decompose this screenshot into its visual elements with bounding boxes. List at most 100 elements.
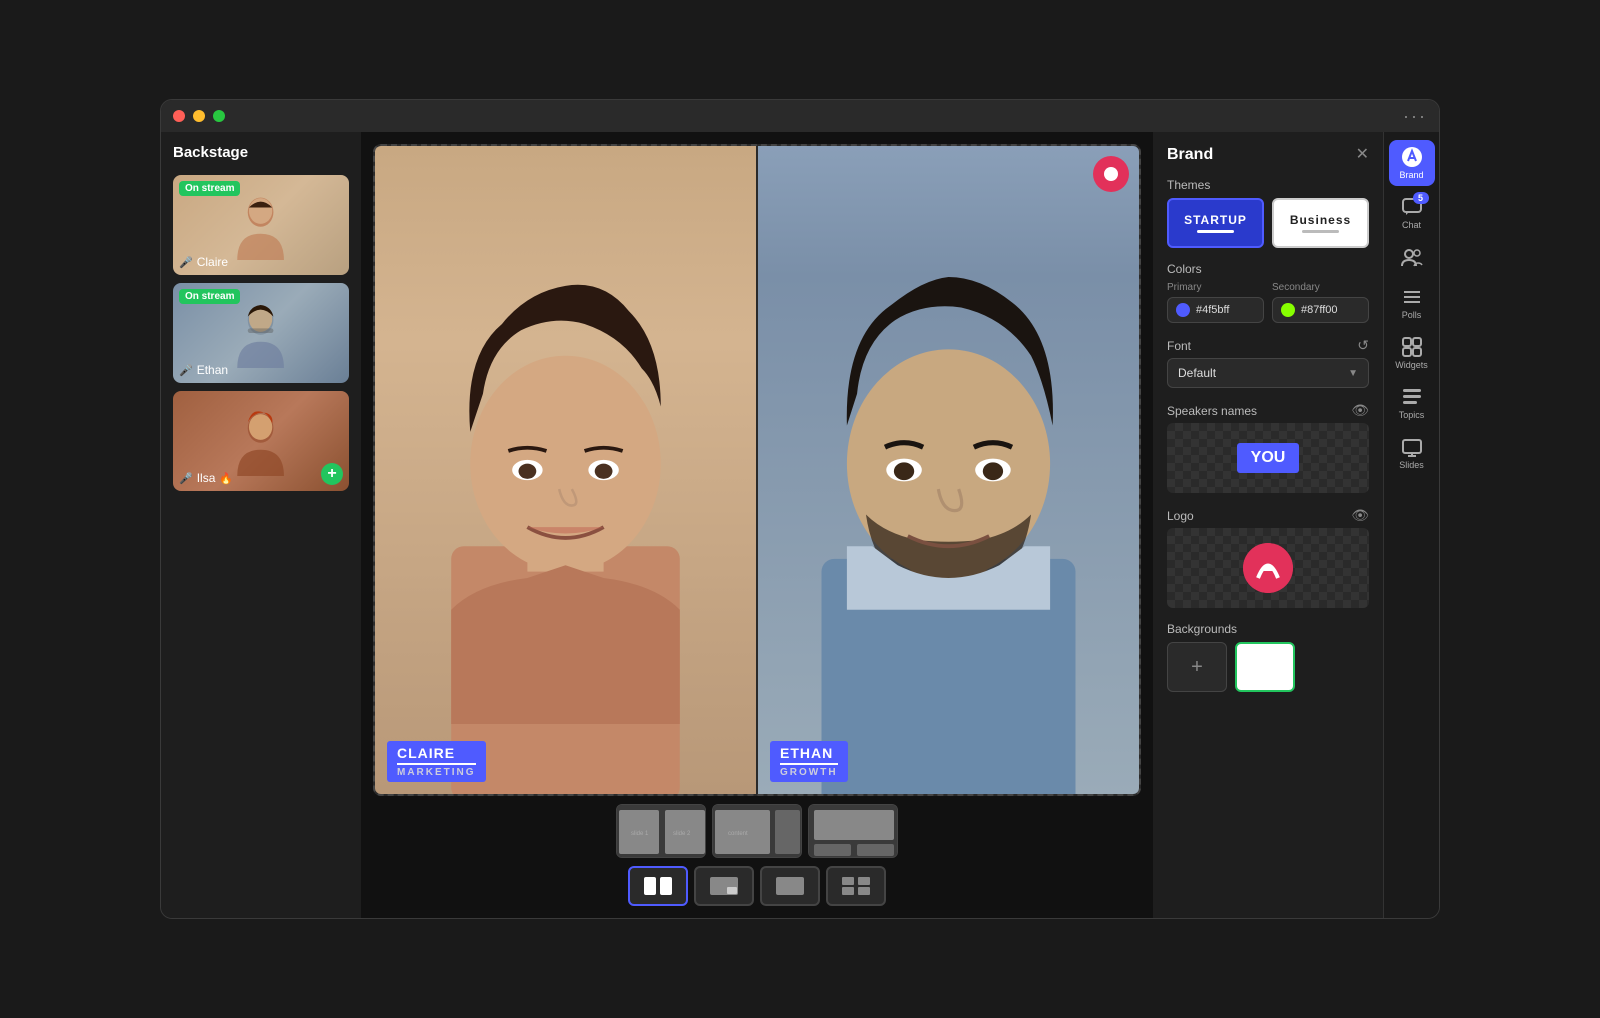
video-slot-claire: CLAIRE MARKETING [375, 146, 756, 794]
primary-color-button[interactable]: #4f5bff [1167, 297, 1264, 323]
participant-name-claire: 🎤 Claire [179, 255, 228, 269]
logo-circle [1243, 543, 1293, 593]
app-window: ··· Backstage On stream 🎤 Cl [160, 99, 1440, 919]
video-face-ethan [758, 146, 1139, 794]
title-bar: ··· [161, 100, 1439, 132]
speakers-names-row: Speakers names 👁 [1167, 402, 1369, 419]
primary-color-item: Primary #4f5bff [1167, 282, 1264, 323]
primary-hex-text: #4f5bff [1196, 304, 1229, 316]
topics-label: Topics [1399, 410, 1425, 420]
colors-label: Colors [1167, 262, 1369, 276]
logo-preview[interactable] [1167, 528, 1369, 608]
theme-startup-button[interactable]: STARTUP [1167, 198, 1264, 248]
font-select-dropdown[interactable]: Default ▼ [1167, 358, 1369, 388]
name-lower-third-claire: CLAIRE MARKETING [387, 741, 486, 782]
close-panel-button[interactable]: ✕ [1356, 147, 1369, 163]
secondary-hex-text: #87ff00 [1301, 304, 1338, 316]
primary-color-dot [1176, 303, 1190, 317]
on-stream-badge-claire: On stream [179, 181, 240, 196]
backstage-title: Backstage [173, 144, 349, 161]
secondary-color-item: Secondary #87ff00 [1272, 282, 1369, 323]
layout-btn-solo[interactable] [760, 866, 820, 906]
chat-icon: 5 [1401, 196, 1423, 218]
sidebar-item-slides[interactable]: Slides [1389, 430, 1435, 476]
center-stage: CLAIRE MARKETING [361, 132, 1153, 918]
svg-text:slide 1: slide 1 [631, 831, 649, 837]
themes-row: STARTUP Business [1167, 198, 1369, 248]
widgets-icon [1401, 336, 1423, 358]
backstage-panel: Backstage On stream 🎤 Claire [161, 132, 361, 918]
name-lower-third-ethan: ETHAN GROWTH [770, 741, 848, 782]
participant-name-ethan: 🎤 Ethan [179, 363, 228, 377]
mic-icon-claire: 🎤 [179, 256, 193, 269]
slides-icon [1401, 436, 1423, 458]
add-to-stream-button-ilsa[interactable]: + [321, 463, 343, 485]
themes-label: Themes [1167, 178, 1369, 192]
secondary-label: Secondary [1272, 282, 1369, 293]
svg-text:slide 2: slide 2 [673, 831, 691, 837]
font-section: Font ↺ Default ▼ [1167, 337, 1369, 388]
font-label: Font [1167, 339, 1191, 353]
widgets-label: Widgets [1395, 360, 1428, 370]
chat-badge: 5 [1413, 192, 1429, 204]
speakers-names-visibility-button[interactable]: 👁 [1351, 402, 1369, 419]
participant-card-ethan[interactable]: On stream 🎤 Ethan [173, 283, 349, 383]
brand-icon [1401, 146, 1423, 168]
layout-thumb-3[interactable] [808, 804, 898, 858]
sidebar-item-participants[interactable] [1389, 240, 1435, 276]
layout-thumbnails: slide 1 slide 2 content [373, 804, 1141, 858]
maximize-dot[interactable] [213, 110, 225, 122]
layout-thumb-2[interactable]: content [712, 804, 802, 858]
chat-label: Chat [1402, 220, 1421, 230]
video-face-claire [375, 146, 756, 794]
claire-role-text: MARKETING [397, 763, 476, 778]
add-background-button[interactable]: + [1167, 642, 1227, 692]
slides-label: Slides [1399, 460, 1424, 470]
font-reset-button[interactable]: ↺ [1357, 337, 1369, 354]
logo-section: Logo 👁 [1167, 507, 1369, 608]
mic-icon-ilsa: 🎤 [179, 472, 193, 485]
on-stream-badge-ethan: On stream [179, 289, 240, 304]
logo-label: Logo [1167, 509, 1194, 523]
sidebar-item-brand[interactable]: Brand [1389, 140, 1435, 186]
close-dot[interactable] [173, 110, 185, 122]
background-thumb-1[interactable] [1235, 642, 1295, 692]
theme-business-button[interactable]: Business [1272, 198, 1369, 248]
sidebar-item-topics[interactable]: Topics [1389, 380, 1435, 426]
participant-name-ilsa: 🎤 Ilsa 🔥 [179, 471, 233, 485]
font-select-arrow-icon: ▼ [1348, 368, 1358, 379]
brand-panel: Brand ✕ Themes STARTUP Business [1153, 132, 1383, 918]
chat-icon-wrapper: 5 [1401, 196, 1423, 218]
video-stage: CLAIRE MARKETING [373, 144, 1141, 796]
ethan-name-text: ETHAN [780, 745, 838, 761]
secondary-color-button[interactable]: #87ff00 [1272, 297, 1369, 323]
logo-visibility-button[interactable]: 👁 [1351, 507, 1369, 524]
speakers-names-preview: YOU [1167, 423, 1369, 493]
layout-selector [373, 866, 1141, 906]
layout-btn-grid[interactable] [826, 866, 886, 906]
layout-thumb-1[interactable]: slide 1 slide 2 [616, 804, 706, 858]
minimize-dot[interactable] [193, 110, 205, 122]
layout-btn-pip[interactable] [694, 866, 754, 906]
sidebar-item-polls[interactable]: Polls [1389, 280, 1435, 326]
layout-btn-split[interactable] [628, 866, 688, 906]
speakers-names-section: Speakers names 👁 YOU [1167, 402, 1369, 493]
you-badge: YOU [1237, 443, 1300, 473]
backgrounds-label: Backgrounds [1167, 622, 1369, 636]
participant-card-ilsa[interactable]: 🎤 Ilsa 🔥 + [173, 391, 349, 491]
record-button[interactable] [1093, 156, 1129, 192]
font-row: Font ↺ [1167, 337, 1369, 354]
theme-business-bar [1302, 230, 1339, 233]
theme-startup-bar [1197, 230, 1235, 233]
participant-card-claire[interactable]: On stream 🎤 Claire [173, 175, 349, 275]
participants-icon [1401, 246, 1423, 268]
colors-row: Primary #4f5bff Secondary #87ff00 [1167, 282, 1369, 323]
topics-icon [1401, 386, 1423, 408]
main-content: Backstage On stream 🎤 Claire [161, 132, 1439, 918]
ilsa-emoji: 🔥 [219, 472, 233, 485]
sidebar-item-widgets[interactable]: Widgets [1389, 330, 1435, 376]
secondary-color-dot [1281, 303, 1295, 317]
sidebar-item-chat[interactable]: 5 Chat [1389, 190, 1435, 236]
panel-header: Brand ✕ [1167, 146, 1369, 164]
backgrounds-section: Backgrounds + [1167, 622, 1369, 692]
